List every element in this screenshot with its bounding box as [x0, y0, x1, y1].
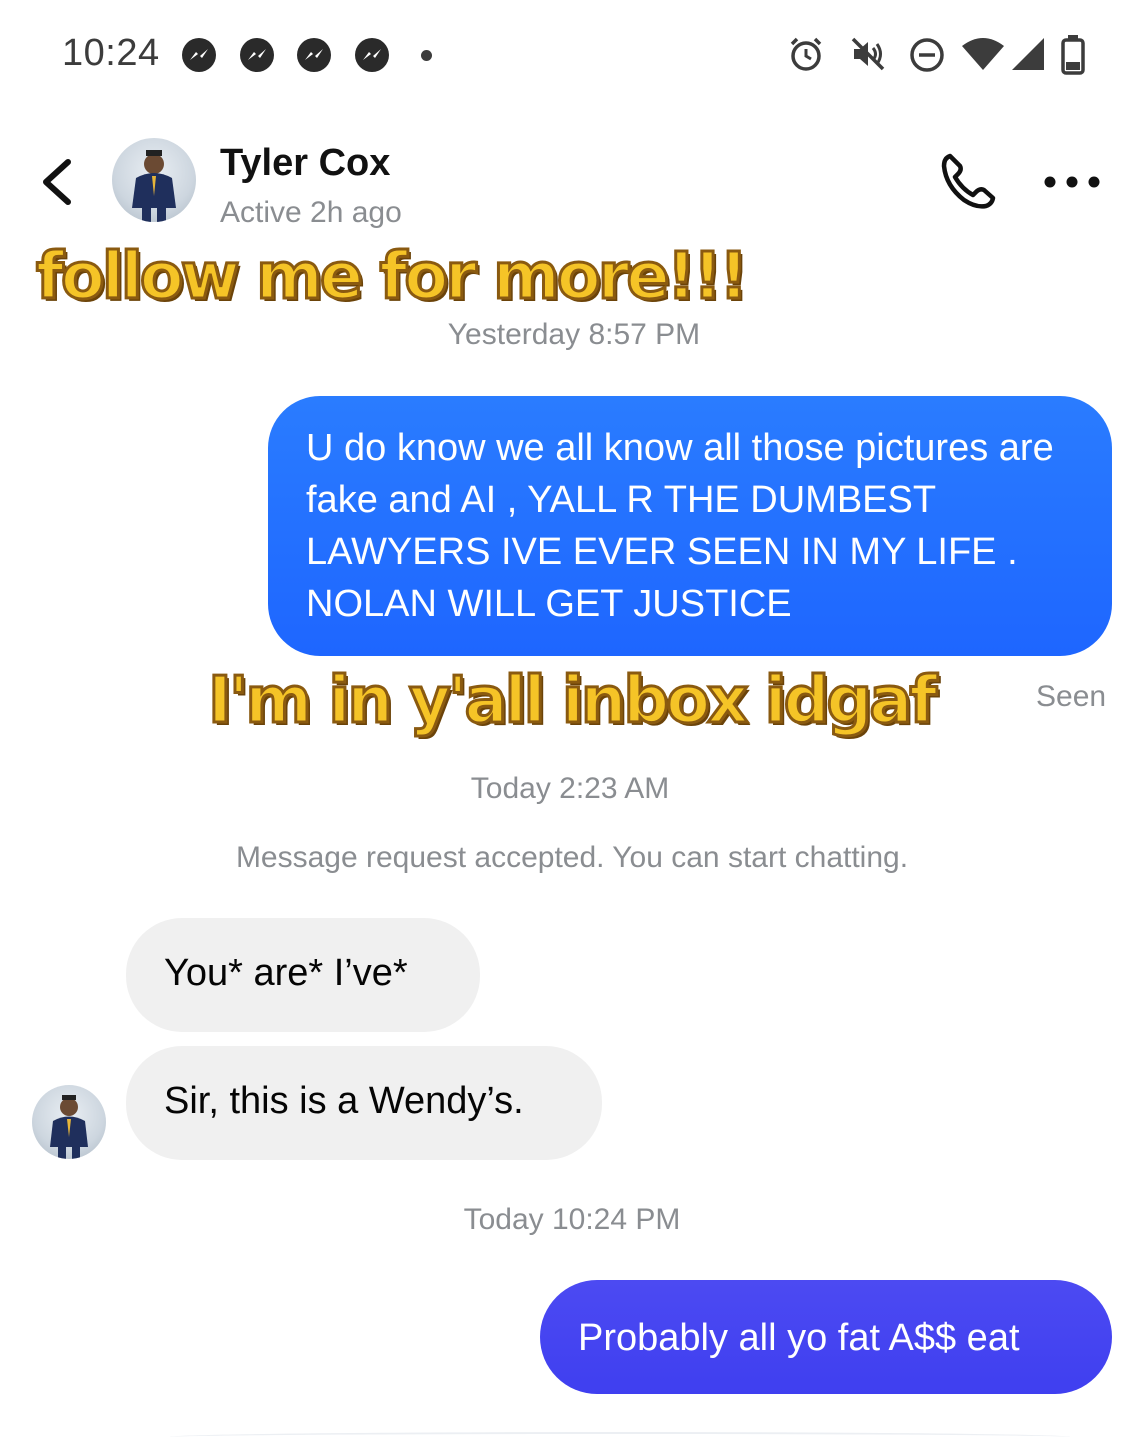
incoming-message-bubble[interactable]: Sir, this is a Wendy’s. — [126, 1046, 602, 1160]
overlay-caption-middle: I'm in y'all inbox idgaf — [206, 663, 938, 740]
notification-dot — [421, 50, 432, 61]
alarm-icon — [790, 37, 822, 71]
seen-label: Seen — [1036, 680, 1107, 713]
timestamp: Today 10:24 PM — [463, 1203, 681, 1236]
outgoing-message-bubble[interactable]: U do know we all know all those pictures… — [268, 396, 1112, 656]
incoming-message-bubble[interactable]: You* are* I’ve* — [126, 918, 480, 1032]
more-options-icon[interactable] — [1044, 172, 1100, 192]
contact-name[interactable]: Tyler Cox — [220, 142, 390, 185]
contact-avatar[interactable] — [112, 138, 196, 222]
wifi-icon — [962, 38, 1004, 70]
composer-edge — [170, 1432, 1070, 1442]
back-arrow-icon[interactable] — [38, 158, 78, 206]
active-status: Active 2h ago — [220, 196, 402, 229]
sender-avatar[interactable] — [32, 1085, 106, 1159]
phone-call-icon[interactable] — [938, 150, 1000, 212]
messenger-icon — [240, 38, 274, 72]
battery-icon — [1061, 35, 1085, 75]
messenger-icon — [297, 38, 331, 72]
timestamp: Today 2:23 AM — [470, 772, 670, 805]
outgoing-message-bubble[interactable]: Probably all yo fat A$$ eat — [540, 1280, 1112, 1394]
messenger-icon — [182, 38, 216, 72]
status-time: 10:24 — [62, 32, 160, 74]
signal-icon — [1012, 38, 1044, 70]
overlay-caption-top: follow me for more!!! — [34, 239, 749, 316]
do-not-disturb-icon — [910, 38, 944, 72]
message-request-notice: Message request accepted. You can start … — [235, 841, 909, 874]
mute-icon — [851, 37, 885, 71]
timestamp: Yesterday 8:57 PM — [447, 318, 701, 351]
messenger-icon — [355, 38, 389, 72]
